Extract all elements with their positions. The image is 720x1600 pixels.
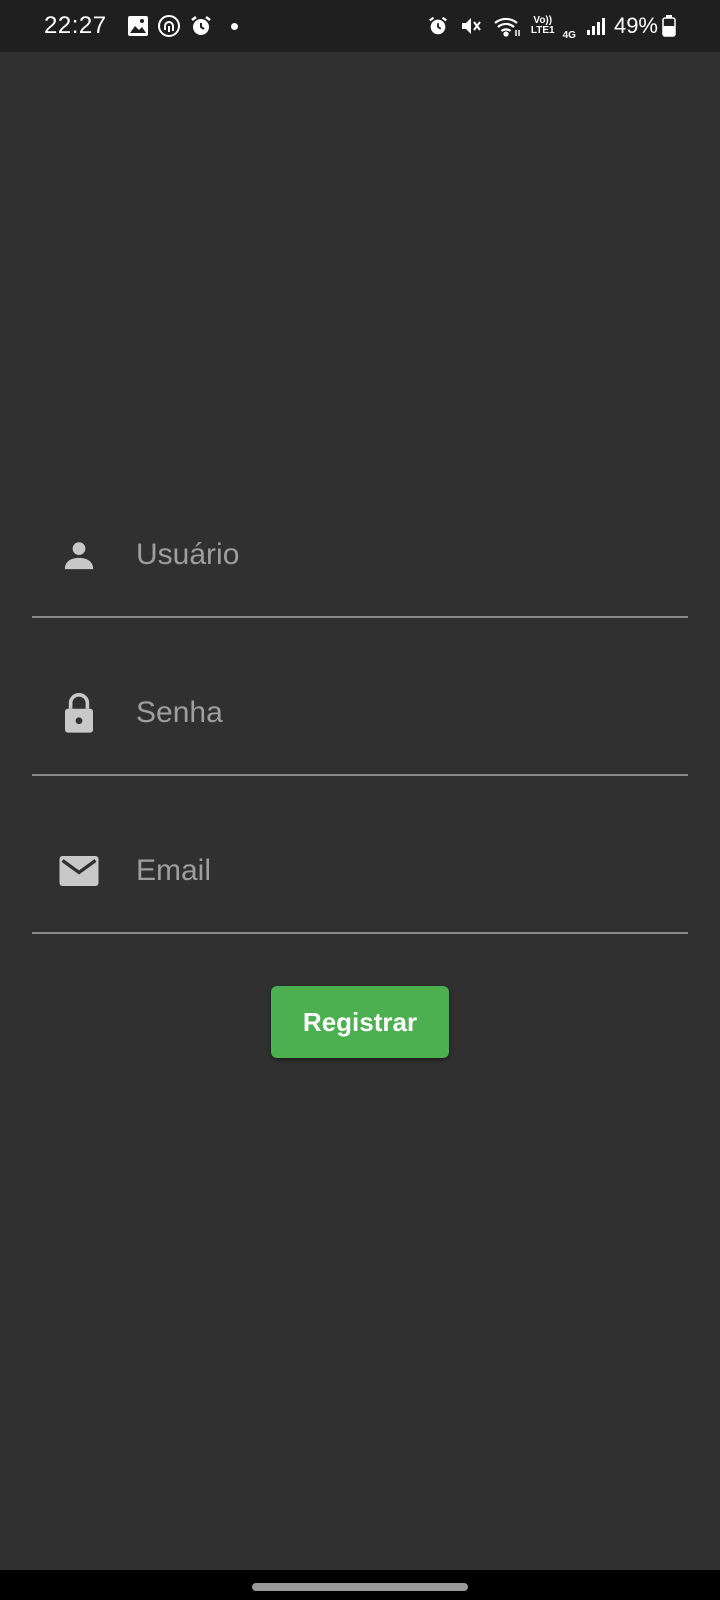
battery-percentage: 49%	[613, 13, 658, 38]
alarm-icon	[427, 15, 449, 37]
status-time: 22:27	[44, 12, 107, 39]
alarm-icon	[189, 14, 213, 38]
register-form	[32, 510, 688, 934]
gallery-icon	[127, 15, 149, 37]
register-button[interactable]: Registrar	[271, 986, 449, 1058]
wifi-icon	[493, 14, 521, 38]
signal-icon	[586, 16, 606, 36]
password-input[interactable]	[136, 690, 688, 736]
volte-indicator: Vo)) LTE1	[531, 16, 555, 36]
email-field	[32, 776, 688, 934]
status-bar-left: 22:27	[44, 12, 238, 40]
person-icon	[56, 532, 102, 578]
email-input[interactable]	[136, 848, 688, 894]
register-screen: 22:27 Vo)) LTE1 4G 49% Usuário Email Reg…	[0, 0, 720, 1600]
mute-icon	[459, 14, 483, 38]
fingerprint-icon	[157, 14, 181, 38]
status-bar-right: Vo)) LTE1 4G 49%	[417, 12, 676, 41]
password-field	[32, 618, 688, 776]
notification-dot	[230, 22, 238, 30]
navigation-bar	[0, 1570, 720, 1600]
mail-icon	[56, 848, 102, 894]
lock-icon	[56, 690, 102, 736]
username-field	[32, 510, 688, 618]
network-type: 4G	[562, 29, 576, 41]
volte-bottom-label: LTE1	[530, 25, 555, 36]
home-gesture-handle[interactable]	[252, 1583, 468, 1591]
username-input[interactable]	[136, 532, 688, 578]
battery-icon	[662, 15, 676, 37]
status-bar: 22:27 Vo)) LTE1 4G 49%	[0, 0, 720, 52]
